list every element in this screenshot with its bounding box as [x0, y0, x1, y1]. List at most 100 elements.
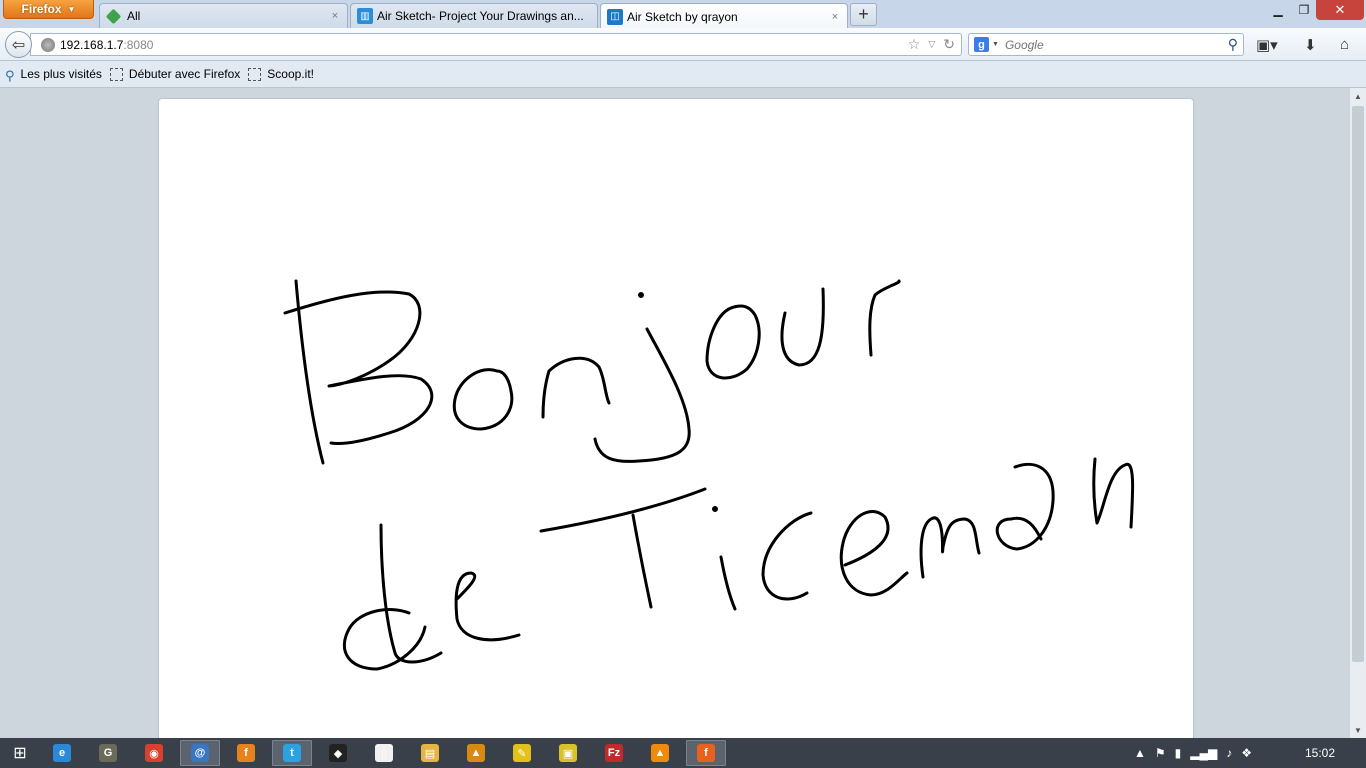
- drawing-canvas[interactable]: [158, 98, 1194, 758]
- stroke-letter-e2: [839, 510, 909, 597]
- url-port: :8080: [123, 37, 154, 52]
- bookmark-label: Scoop.it!: [267, 67, 314, 81]
- firefox-menu-label: Firefox: [21, 2, 62, 16]
- vertical-scrollbar[interactable]: ▲ ▼: [1350, 88, 1366, 738]
- taskbar-app-button[interactable]: @: [180, 740, 220, 766]
- new-tab-button[interactable]: +: [850, 3, 877, 26]
- thunderbird-icon: @: [191, 744, 209, 762]
- restore-icon[interactable]: ❐: [1294, 0, 1314, 20]
- taskbar-app-button[interactable]: f: [686, 740, 726, 766]
- stroke-letter-e: [454, 571, 521, 642]
- window-close-icon[interactable]: ✕: [1316, 0, 1364, 20]
- windows-start-icon[interactable]: ⊞: [0, 738, 40, 768]
- stroke-letter-n2: [1092, 457, 1135, 529]
- bookmark-getting-started[interactable]: Débuter avec Firefox: [109, 67, 241, 81]
- stroke-letter-o: [452, 368, 514, 431]
- stroke-letter-n: [541, 356, 611, 419]
- clock[interactable]: 15:02: [1298, 738, 1342, 768]
- tab-all[interactable]: All ×: [99, 3, 348, 28]
- handwriting-drawing: [283, 279, 1135, 671]
- url-host: 192.168.1.7: [60, 37, 124, 52]
- dropdown-icon[interactable]: ▽: [928, 39, 935, 53]
- stroke-letter-T-stem: [631, 513, 653, 609]
- vpn-icon: ▲: [467, 744, 485, 762]
- pen-tool-icon: ✎: [513, 744, 531, 762]
- google-icon[interactable]: g: [974, 37, 989, 52]
- volume-icon[interactable]: ♪: [1226, 746, 1232, 760]
- close-icon[interactable]: ×: [829, 11, 841, 23]
- taskbar: ⊞ e G ◉ @ f t ◆ ▯ ▤ ▲ ✎ ▣ Fz ▲ f ▲ ⚑ ▮ ▂▄▆ ♪ ❖ 15:02: [0, 738, 1366, 768]
- star-icon[interactable]: ☆: [908, 36, 921, 53]
- stroke-letter-a: [995, 462, 1055, 551]
- archive-icon: ▣: [559, 744, 577, 762]
- scroll-thumb[interactable]: [1352, 106, 1364, 662]
- stroke-letter-c: [761, 511, 813, 601]
- taskbar-app-button[interactable]: G: [88, 740, 128, 766]
- arrow-left-icon: ⇦: [11, 36, 26, 54]
- home-icon[interactable]: ⌂: [1340, 36, 1349, 53]
- bookmarks-menu-icon[interactable]: ▣▾: [1256, 36, 1278, 54]
- show-hidden-icons-icon[interactable]: ▲: [1134, 746, 1146, 760]
- search-bar[interactable]: g ▼ ⚲: [968, 33, 1244, 56]
- stroke-letter-j-dot: [638, 292, 644, 298]
- tab-strip: Firefox ▼ All × ▥ Air Sketch- Project Yo…: [0, 0, 1366, 29]
- taskbar-app-button[interactable]: ▣: [548, 740, 588, 766]
- qrayon-icon: ◫: [607, 8, 623, 25]
- airsketch-icon: ▥: [357, 8, 373, 24]
- tab-label: Air Sketch- Project Your Drawings an...: [377, 9, 584, 23]
- back-button[interactable]: ⇦: [5, 31, 32, 58]
- reload-icon[interactable]: ↻: [943, 36, 955, 53]
- battery-icon[interactable]: ▮: [1175, 746, 1182, 760]
- taskbar-app-button[interactable]: ▲: [456, 740, 496, 766]
- stroke-letter-i: [719, 555, 737, 611]
- bookmark-most-visited[interactable]: ⚲ Les plus visités: [5, 67, 102, 83]
- tab-label: Air Sketch by qrayon: [627, 9, 738, 24]
- bookmark-icon: [109, 67, 123, 81]
- taskbar-app-button[interactable]: ▤: [410, 740, 450, 766]
- minimize-icon[interactable]: ▁: [1262, 0, 1294, 20]
- twitter-icon: t: [283, 744, 301, 762]
- gimp-icon: G: [99, 744, 117, 762]
- filezilla-icon: Fz: [605, 744, 623, 762]
- feedly-icon: [105, 8, 122, 24]
- taskbar-app-button[interactable]: Fz: [594, 740, 634, 766]
- firefox-taskbar-icon: f: [237, 744, 255, 762]
- inkscape-icon: ◆: [329, 744, 347, 762]
- bookmark-label: Les plus visités: [20, 67, 102, 81]
- bookmark-scoopit[interactable]: Scoop.it!: [248, 67, 314, 81]
- search-icon[interactable]: ⚲: [1228, 36, 1238, 53]
- taskbar-app-button[interactable]: f: [226, 740, 266, 766]
- scroll-up-icon[interactable]: ▲: [1350, 88, 1366, 104]
- search-input[interactable]: [1004, 37, 1215, 52]
- scroll-down-icon[interactable]: ▼: [1350, 722, 1366, 738]
- taskbar-app-button[interactable]: ◉: [134, 740, 174, 766]
- taskbar-app-button[interactable]: ◆: [318, 740, 358, 766]
- taskbar-app-button[interactable]: ▲: [640, 740, 680, 766]
- download-icon[interactable]: ⬇: [1304, 36, 1317, 54]
- stroke-letter-r: [868, 279, 901, 357]
- tab-air-sketch-project[interactable]: ▥ Air Sketch- Project Your Drawings an..…: [350, 3, 598, 28]
- taskbar-app-button[interactable]: e: [42, 740, 82, 766]
- firefox-menu-button[interactable]: Firefox ▼: [3, 0, 94, 19]
- stroke-letter-j: [593, 327, 691, 463]
- tab-air-sketch-qrayon[interactable]: ◫ Air Sketch by qrayon ×: [600, 3, 848, 29]
- ie-icon: e: [53, 744, 71, 762]
- taskbar-app-button[interactable]: ✎: [502, 740, 542, 766]
- stroke-letter-m: [919, 516, 981, 579]
- bookmark-label: Débuter avec Firefox: [128, 67, 241, 81]
- stroke-letter-u: [780, 287, 825, 367]
- network-icon[interactable]: ▂▄▆: [1190, 746, 1217, 760]
- dropbox-icon[interactable]: ❖: [1241, 746, 1252, 760]
- vlc-icon: ▲: [651, 744, 669, 762]
- taskbar-app-button[interactable]: ▯: [364, 740, 404, 766]
- chevron-down-icon[interactable]: ▼: [992, 41, 999, 48]
- url-bar[interactable]: 192.168.1.7:8080 ☆ ▽ ↻: [30, 33, 962, 56]
- flag-icon[interactable]: ⚑: [1155, 746, 1166, 760]
- navigation-bar: 192.168.1.7:8080 ☆ ▽ ↻ ⇦ g ▼ ⚲ ▣▾ ⬇ ⌂: [0, 28, 1366, 61]
- file-icon: ▯: [375, 744, 393, 762]
- close-icon[interactable]: ×: [329, 10, 341, 22]
- bookmarks-bar: ⚲ Les plus visités Débuter avec Firefox …: [0, 61, 1366, 88]
- globe-icon: [41, 37, 55, 52]
- tab-label: All: [127, 9, 141, 23]
- taskbar-app-button[interactable]: t: [272, 740, 312, 766]
